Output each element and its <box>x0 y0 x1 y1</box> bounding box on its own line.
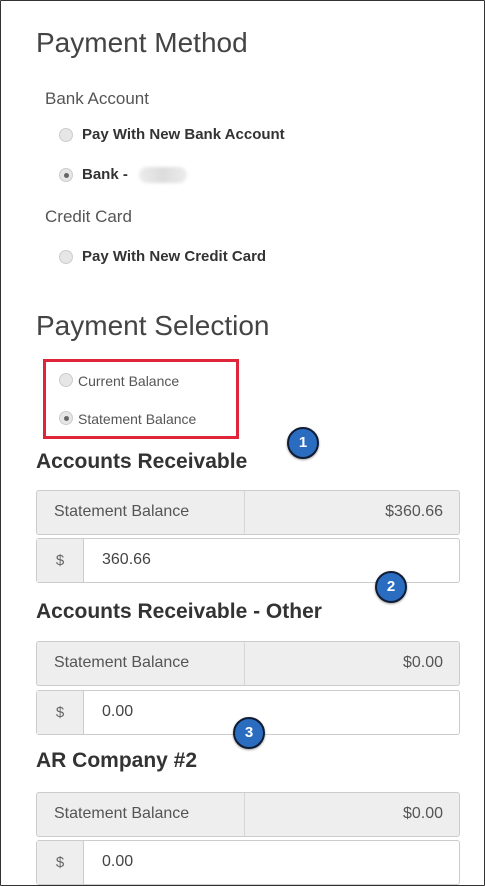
redacted-bank-name <box>139 167 187 183</box>
payment-panel: Payment Method Bank Account Pay With New… <box>0 0 485 886</box>
credit-card-heading: Credit Card <box>45 207 132 226</box>
payment-amount-value[interactable]: 0.00 <box>102 853 133 871</box>
statement-balance-amount: $0.00 <box>402 654 443 671</box>
bank-label[interactable]: Bank - <box>82 166 128 183</box>
payment-amount-input[interactable]: $ 0.00 <box>36 840 460 885</box>
account-name: Accounts Receivable - Other <box>36 600 322 623</box>
statement-balance-row-label: Statement Balance <box>54 503 190 520</box>
statement-balance-radio[interactable] <box>59 411 73 425</box>
pay-with-new-credit-card-label[interactable]: Pay With New Credit Card <box>82 248 266 265</box>
row-divider <box>244 793 245 836</box>
statement-balance-amount: $360.66 <box>385 503 443 520</box>
pay-with-new-bank-account-radio[interactable] <box>59 128 73 142</box>
statement-balance-row: Statement Balance $360.66 <box>36 490 460 535</box>
step-badge-3: 3 <box>233 717 265 749</box>
statement-balance-label[interactable]: Statement Balance <box>78 411 196 427</box>
pay-with-new-credit-card-radio[interactable] <box>59 250 73 264</box>
row-divider <box>244 642 245 685</box>
row-divider <box>244 491 245 534</box>
current-balance-label[interactable]: Current Balance <box>78 373 179 389</box>
payment-selection-heading: Payment Selection <box>36 310 270 341</box>
statement-balance-row: Statement Balance $0.00 <box>36 792 460 837</box>
statement-balance-row: Statement Balance $0.00 <box>36 641 460 686</box>
step-badge-2: 2 <box>375 571 407 603</box>
statement-balance-row-label: Statement Balance <box>54 654 190 671</box>
payment-amount-value[interactable]: 360.66 <box>102 551 151 569</box>
step-badge-1: 1 <box>287 427 319 459</box>
bank-radio[interactable] <box>59 168 73 182</box>
statement-balance-row-label: Statement Balance <box>54 805 190 822</box>
currency-addon: $ <box>37 691 84 734</box>
payment-selection-highlight <box>43 359 239 439</box>
payment-amount-value[interactable]: 0.00 <box>102 703 133 721</box>
payment-method-heading: Payment Method <box>36 27 248 58</box>
bank-account-heading: Bank Account <box>45 89 149 108</box>
account-name: AR Company #2 <box>36 749 198 772</box>
statement-balance-amount: $0.00 <box>402 805 443 822</box>
current-balance-radio[interactable] <box>59 373 73 387</box>
account-name: Accounts Receivable <box>36 450 248 473</box>
currency-addon: $ <box>37 539 84 582</box>
pay-with-new-bank-account-label[interactable]: Pay With New Bank Account <box>82 126 285 143</box>
currency-addon: $ <box>37 841 84 884</box>
